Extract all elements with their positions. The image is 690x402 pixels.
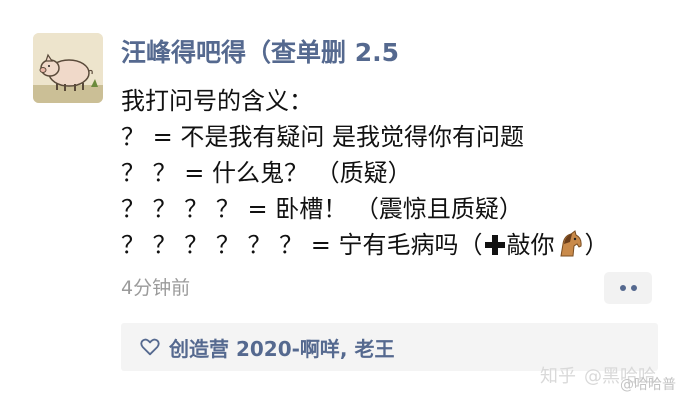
watermark-handle-2: @哈哈普 — [620, 377, 676, 393]
horse-emoji-icon — [559, 230, 582, 257]
body-line: ？ ？ ？ ？ = 卧槽！ （震惊且质疑） — [121, 195, 523, 223]
body-line-last: ？ ？ ？ ？ ？ ？ = 宁有毛病吗（ 敲你 ） — [121, 227, 609, 263]
timestamp: 4分钟前 — [121, 277, 191, 299]
body-line-text: ？ ？ ？ ？ ？ ？ = 宁有毛病吗（ — [121, 231, 483, 259]
body-line-text: ） — [584, 231, 609, 259]
post-body: 我打问号的含义： ？ = 不是我有疑问 是我觉得你有问题 ？ ？ = 什么鬼？ … — [121, 83, 609, 263]
more-dot — [619, 285, 626, 291]
body-line-text: 敲你 — [506, 231, 555, 259]
avatar[interactable] — [33, 33, 103, 103]
watermark-site: 知乎 — [540, 366, 576, 387]
likes-text[interactable]: 创造营 2020-啊咩, 老王 — [169, 333, 395, 362]
more-button[interactable] — [604, 272, 652, 304]
pig-avatar-icon — [33, 33, 103, 103]
heart-icon — [140, 338, 160, 356]
plus-emoji-icon — [484, 235, 505, 255]
body-line: 我打问号的含义： — [121, 87, 313, 115]
more-dot — [630, 285, 637, 291]
author-name[interactable]: 汪峰得吧得（查单删 2.5 — [121, 33, 399, 69]
body-line: ？ ？ = 什么鬼？ （质疑） — [121, 159, 412, 187]
watermark: 知乎 @黑哈哈 @哈哈普 — [540, 362, 676, 393]
body-line: ？ = 不是我有疑问 是我觉得你有问题 — [121, 123, 524, 151]
